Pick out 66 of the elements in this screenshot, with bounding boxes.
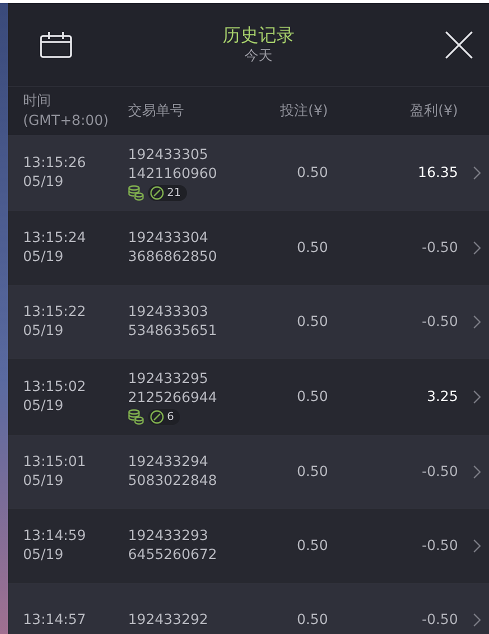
column-header: 时间 (GMT+8:00) — [23, 92, 110, 131]
column-header: 投注(¥) — [279, 102, 329, 121]
stake-amount: 0.50 — [296, 238, 329, 258]
order-number: 192433295 — [128, 370, 210, 388]
order-number: 5083022848 — [128, 472, 218, 491]
history-row[interactable]: 13:14:57 192433292 0.50 -0.50 — [8, 583, 489, 634]
spins-badge: 6 — [148, 408, 180, 424]
order-number: 192433303 — [128, 303, 210, 322]
stake-amount: 0.50 — [296, 462, 329, 482]
column-header: 盈利(¥) — [409, 102, 458, 121]
chevron-right-icon — [473, 241, 481, 255]
profit-amount: -0.50 — [420, 238, 458, 258]
order-number: 192433304 — [128, 229, 210, 248]
coins-icon — [128, 184, 144, 200]
profit-amount: -0.50 — [420, 462, 458, 482]
time-text: 13:15:26 — [23, 154, 87, 173]
date-text: 05/19 — [23, 248, 64, 267]
close-icon[interactable] — [445, 30, 473, 58]
order-number: 3686862850 — [128, 248, 218, 267]
date-range-label: 今天 — [244, 46, 272, 64]
history-row[interactable]: 13:15:24 05/19 192433304 3686862850 0.50 -0.50 — [8, 211, 489, 285]
time-text: 13:15:02 — [23, 378, 87, 397]
history-row[interactable]: 13:15:26 05/19 192433305 1421160960 21 0.50 16.35 — [8, 135, 489, 211]
stake-amount: 0.50 — [296, 388, 329, 406]
date-text: 05/19 — [23, 397, 64, 416]
time-text: 13:14:57 — [23, 610, 87, 630]
date-text: 05/19 — [23, 546, 64, 565]
history-row[interactable]: 13:15:01 05/19 192433294 5083022848 0.50 -0.50 — [8, 435, 489, 509]
time-text: 13:15:24 — [23, 229, 87, 248]
profit-amount: -0.50 — [420, 312, 458, 332]
history-row[interactable]: 13:14:59 05/19 192433293 6455260672 0.50 -0.50 — [8, 509, 489, 583]
stake-amount: 0.50 — [296, 312, 329, 332]
profit-amount: -0.50 — [420, 536, 458, 556]
order-number: 192433305 — [128, 146, 210, 164]
date-text: 05/19 — [23, 472, 64, 491]
order-number: 192433293 — [128, 527, 210, 546]
chevron-right-icon — [473, 539, 481, 553]
coins-icon — [128, 408, 144, 424]
time-text: 13:15:22 — [23, 303, 87, 322]
date-text: 05/19 — [23, 322, 64, 341]
chevron-right-icon — [473, 315, 481, 329]
column-header: 交易单号 — [128, 102, 185, 121]
date-text: 05/19 — [23, 173, 64, 192]
history-row[interactable]: 13:15:22 05/19 192433303 5348635651 0.50 -0.50 — [8, 285, 489, 359]
chevron-right-icon — [473, 166, 481, 180]
profit-amount: -0.50 — [420, 610, 458, 630]
order-number: 6455260672 — [128, 546, 218, 565]
order-number: 192433294 — [128, 453, 210, 472]
order-number: 1421160960 — [128, 164, 218, 184]
stake-amount: 0.50 — [296, 536, 329, 556]
stake-amount: 0.50 — [296, 164, 329, 182]
history-row[interactable]: 13:15:02 05/19 192433295 2125266944 6 0.50 3.25 — [8, 359, 489, 435]
time-text: 13:15:01 — [23, 453, 87, 472]
time-text: 13:14:59 — [23, 527, 87, 546]
profit-amount: 16.35 — [416, 164, 458, 182]
calendar-icon[interactable] — [40, 32, 72, 58]
window-title: 历史记录 — [222, 24, 294, 46]
profit-amount: 3.25 — [426, 388, 458, 406]
order-number: 192433292 — [128, 610, 210, 630]
chevron-right-icon — [473, 390, 481, 404]
spins-badge: 21 — [148, 184, 187, 200]
order-number: 5348635651 — [128, 322, 218, 341]
order-number: 2125266944 — [128, 388, 218, 408]
stake-amount: 0.50 — [296, 610, 329, 630]
chevron-right-icon — [473, 613, 481, 627]
chevron-right-icon — [473, 465, 481, 479]
